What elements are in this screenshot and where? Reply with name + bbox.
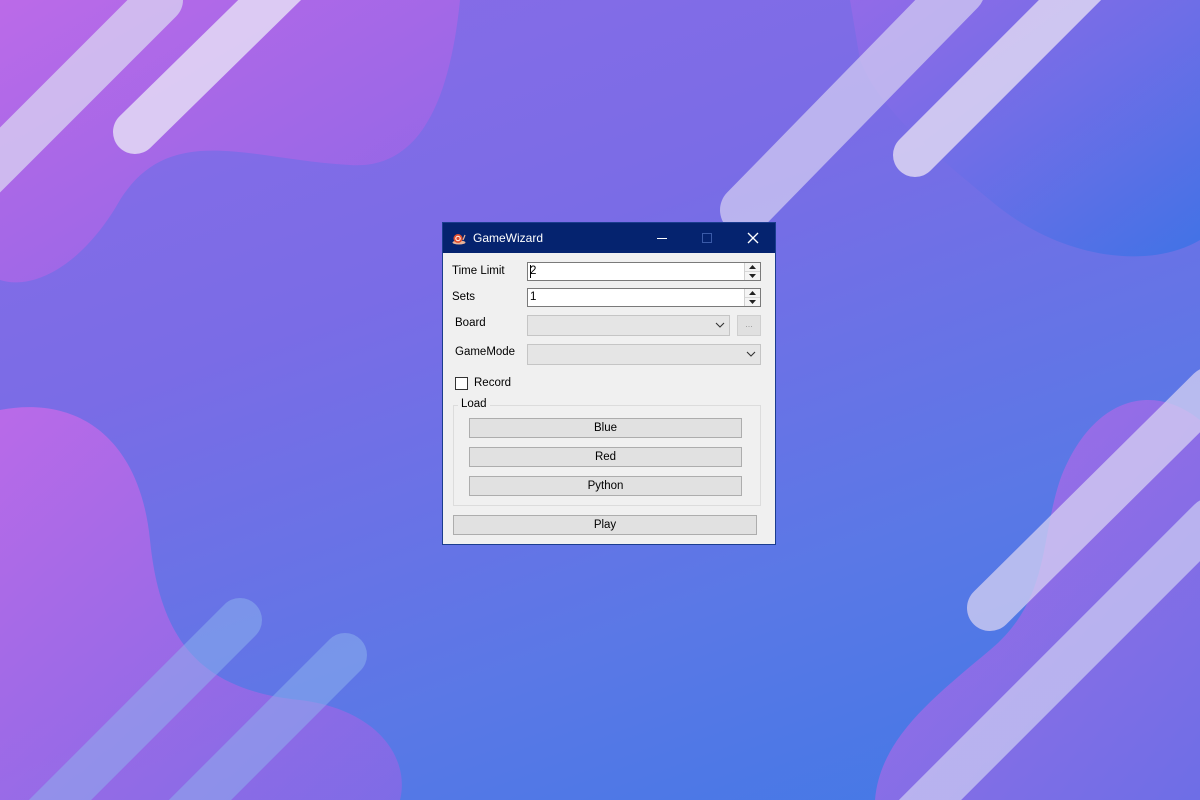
window-title: GameWizard	[473, 231, 544, 245]
close-button[interactable]	[731, 223, 775, 253]
sets-increment[interactable]	[745, 289, 760, 298]
snail-icon	[452, 232, 466, 245]
chevron-down-icon	[746, 351, 756, 357]
sets-label: Sets	[452, 291, 476, 303]
arrow-down-icon	[749, 300, 756, 304]
play-button[interactable]: Play	[453, 515, 757, 535]
load-python-button[interactable]: Python	[469, 476, 742, 496]
time-limit-label: Time Limit	[452, 265, 505, 277]
time-limit-decrement[interactable]	[745, 272, 760, 280]
arrow-up-icon	[749, 291, 756, 295]
text-caret	[530, 265, 531, 278]
gamewizard-window: GameWizard Time Limit 2 Sets 1 Board ...…	[442, 222, 776, 545]
close-icon	[747, 232, 759, 244]
maximize-icon	[702, 233, 712, 243]
load-red-button[interactable]: Red	[469, 447, 742, 467]
load-group-title: Load	[458, 398, 490, 410]
sets-input[interactable]: 1	[527, 288, 761, 307]
sets-spinner[interactable]	[744, 289, 760, 306]
chevron-down-icon	[715, 322, 725, 328]
time-limit-input[interactable]: 2	[527, 262, 761, 281]
record-label[interactable]: Record	[474, 377, 511, 389]
record-checkbox[interactable]	[455, 377, 468, 390]
board-select[interactable]	[527, 315, 730, 336]
maximize-button	[685, 223, 729, 253]
sets-value: 1	[530, 291, 537, 303]
time-limit-spinner[interactable]	[744, 263, 760, 280]
minimize-icon	[657, 238, 667, 239]
gamemode-select[interactable]	[527, 344, 761, 365]
arrow-down-icon	[749, 274, 756, 278]
minimize-button[interactable]	[640, 223, 684, 253]
time-limit-increment[interactable]	[745, 263, 760, 272]
gamemode-label: GameMode	[455, 346, 516, 358]
board-browse-button[interactable]: ...	[737, 315, 761, 336]
board-label: Board	[455, 317, 486, 329]
sets-decrement[interactable]	[745, 298, 760, 306]
load-blue-button[interactable]: Blue	[469, 418, 742, 438]
arrow-up-icon	[749, 265, 756, 269]
title-bar[interactable]: GameWizard	[443, 223, 775, 253]
